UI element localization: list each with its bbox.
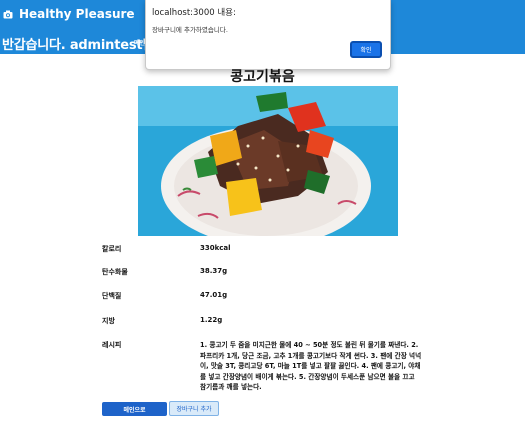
nutrition-label: 지방 (102, 317, 115, 325)
dialog-title: localhost:3000 내용: (152, 8, 236, 18)
nutrition-value: 47.01g (200, 291, 228, 299)
camera-icon (3, 10, 13, 18)
add-to-cart-button[interactable]: 장바구니 추가 (169, 401, 219, 416)
brand-name: Healthy Pleasure (19, 7, 135, 21)
dialog-message: 장바구니에 추가하였습니다. (152, 26, 228, 34)
brand-link[interactable]: Healthy Pleasure (3, 6, 135, 22)
back-to-main-button[interactable]: 메인으로 (102, 402, 167, 416)
dialog-ok-button[interactable]: 확인 (350, 41, 382, 58)
nutrition-value: 1.22g (200, 316, 223, 324)
nav-link-main[interactable]: 메인 (134, 38, 145, 47)
nutrition-value: 38.37g (200, 267, 228, 275)
welcome-message: 반갑습니다. admintest님 (2, 38, 155, 53)
nutrition-label: 탄수화물 (102, 268, 128, 276)
nutrition-value: 330kcal (200, 244, 231, 252)
recipe-label: 레시피 (102, 341, 122, 349)
nutrition-label: 단백질 (102, 292, 122, 300)
recipe-text: 1. 콩고기 두 줌을 미지근한 물에 40 ~ 50분 정도 불린 뒤 물기를… (200, 341, 422, 391)
nutrition-label: 칼로리 (102, 245, 122, 253)
alert-dialog: localhost:3000 내용: 장바구니에 추가하였습니다. 확인 (145, 0, 391, 70)
food-title: 콩고기볶음 (230, 69, 295, 85)
food-image (138, 86, 398, 236)
